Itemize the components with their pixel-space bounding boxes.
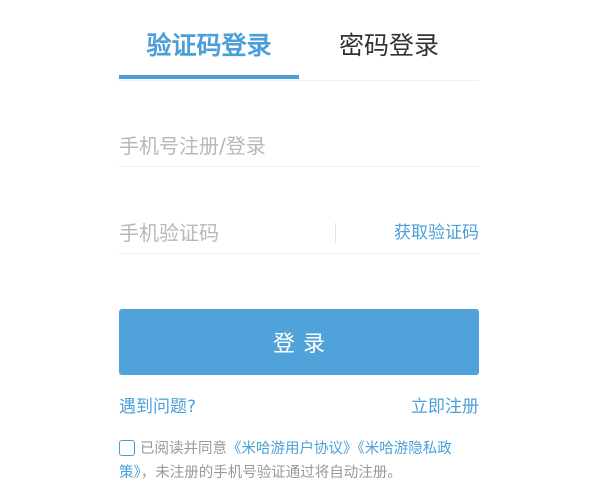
phone-input[interactable]	[119, 126, 479, 166]
user-agreement-link[interactable]: 《米哈游用户协议》	[227, 441, 358, 457]
agreement-text: 已阅读并同意《米哈游用户协议》《米哈游隐私政策》，未注册的手机号验证通过将自动注…	[119, 437, 479, 485]
get-code-button[interactable]: 获取验证码	[345, 213, 479, 253]
agreement-prefix: 已阅读并同意	[140, 441, 227, 457]
agreement-suffix: ，未注册的手机号验证通过将自动注册。	[140, 465, 402, 481]
tab-password-login[interactable]: 密码登录	[299, 24, 479, 68]
code-divider	[335, 223, 336, 243]
agree-checkbox[interactable]	[119, 440, 135, 456]
help-link[interactable]: 遇到问题?	[119, 394, 196, 420]
login-panel: 验证码登录 密码登录 获取验证码 登录 遇到问题? 立即注册 已阅读并同意《米哈…	[0, 0, 594, 500]
active-tab-indicator	[119, 75, 299, 79]
login-button[interactable]: 登录	[119, 309, 479, 375]
register-link[interactable]: 立即注册	[411, 394, 479, 420]
phone-field	[119, 126, 479, 167]
verification-code-input[interactable]	[119, 213, 329, 253]
login-tabs: 验证码登录 密码登录	[119, 0, 479, 81]
tab-sms-login[interactable]: 验证码登录	[119, 24, 299, 68]
code-field: 获取验证码	[119, 213, 479, 254]
